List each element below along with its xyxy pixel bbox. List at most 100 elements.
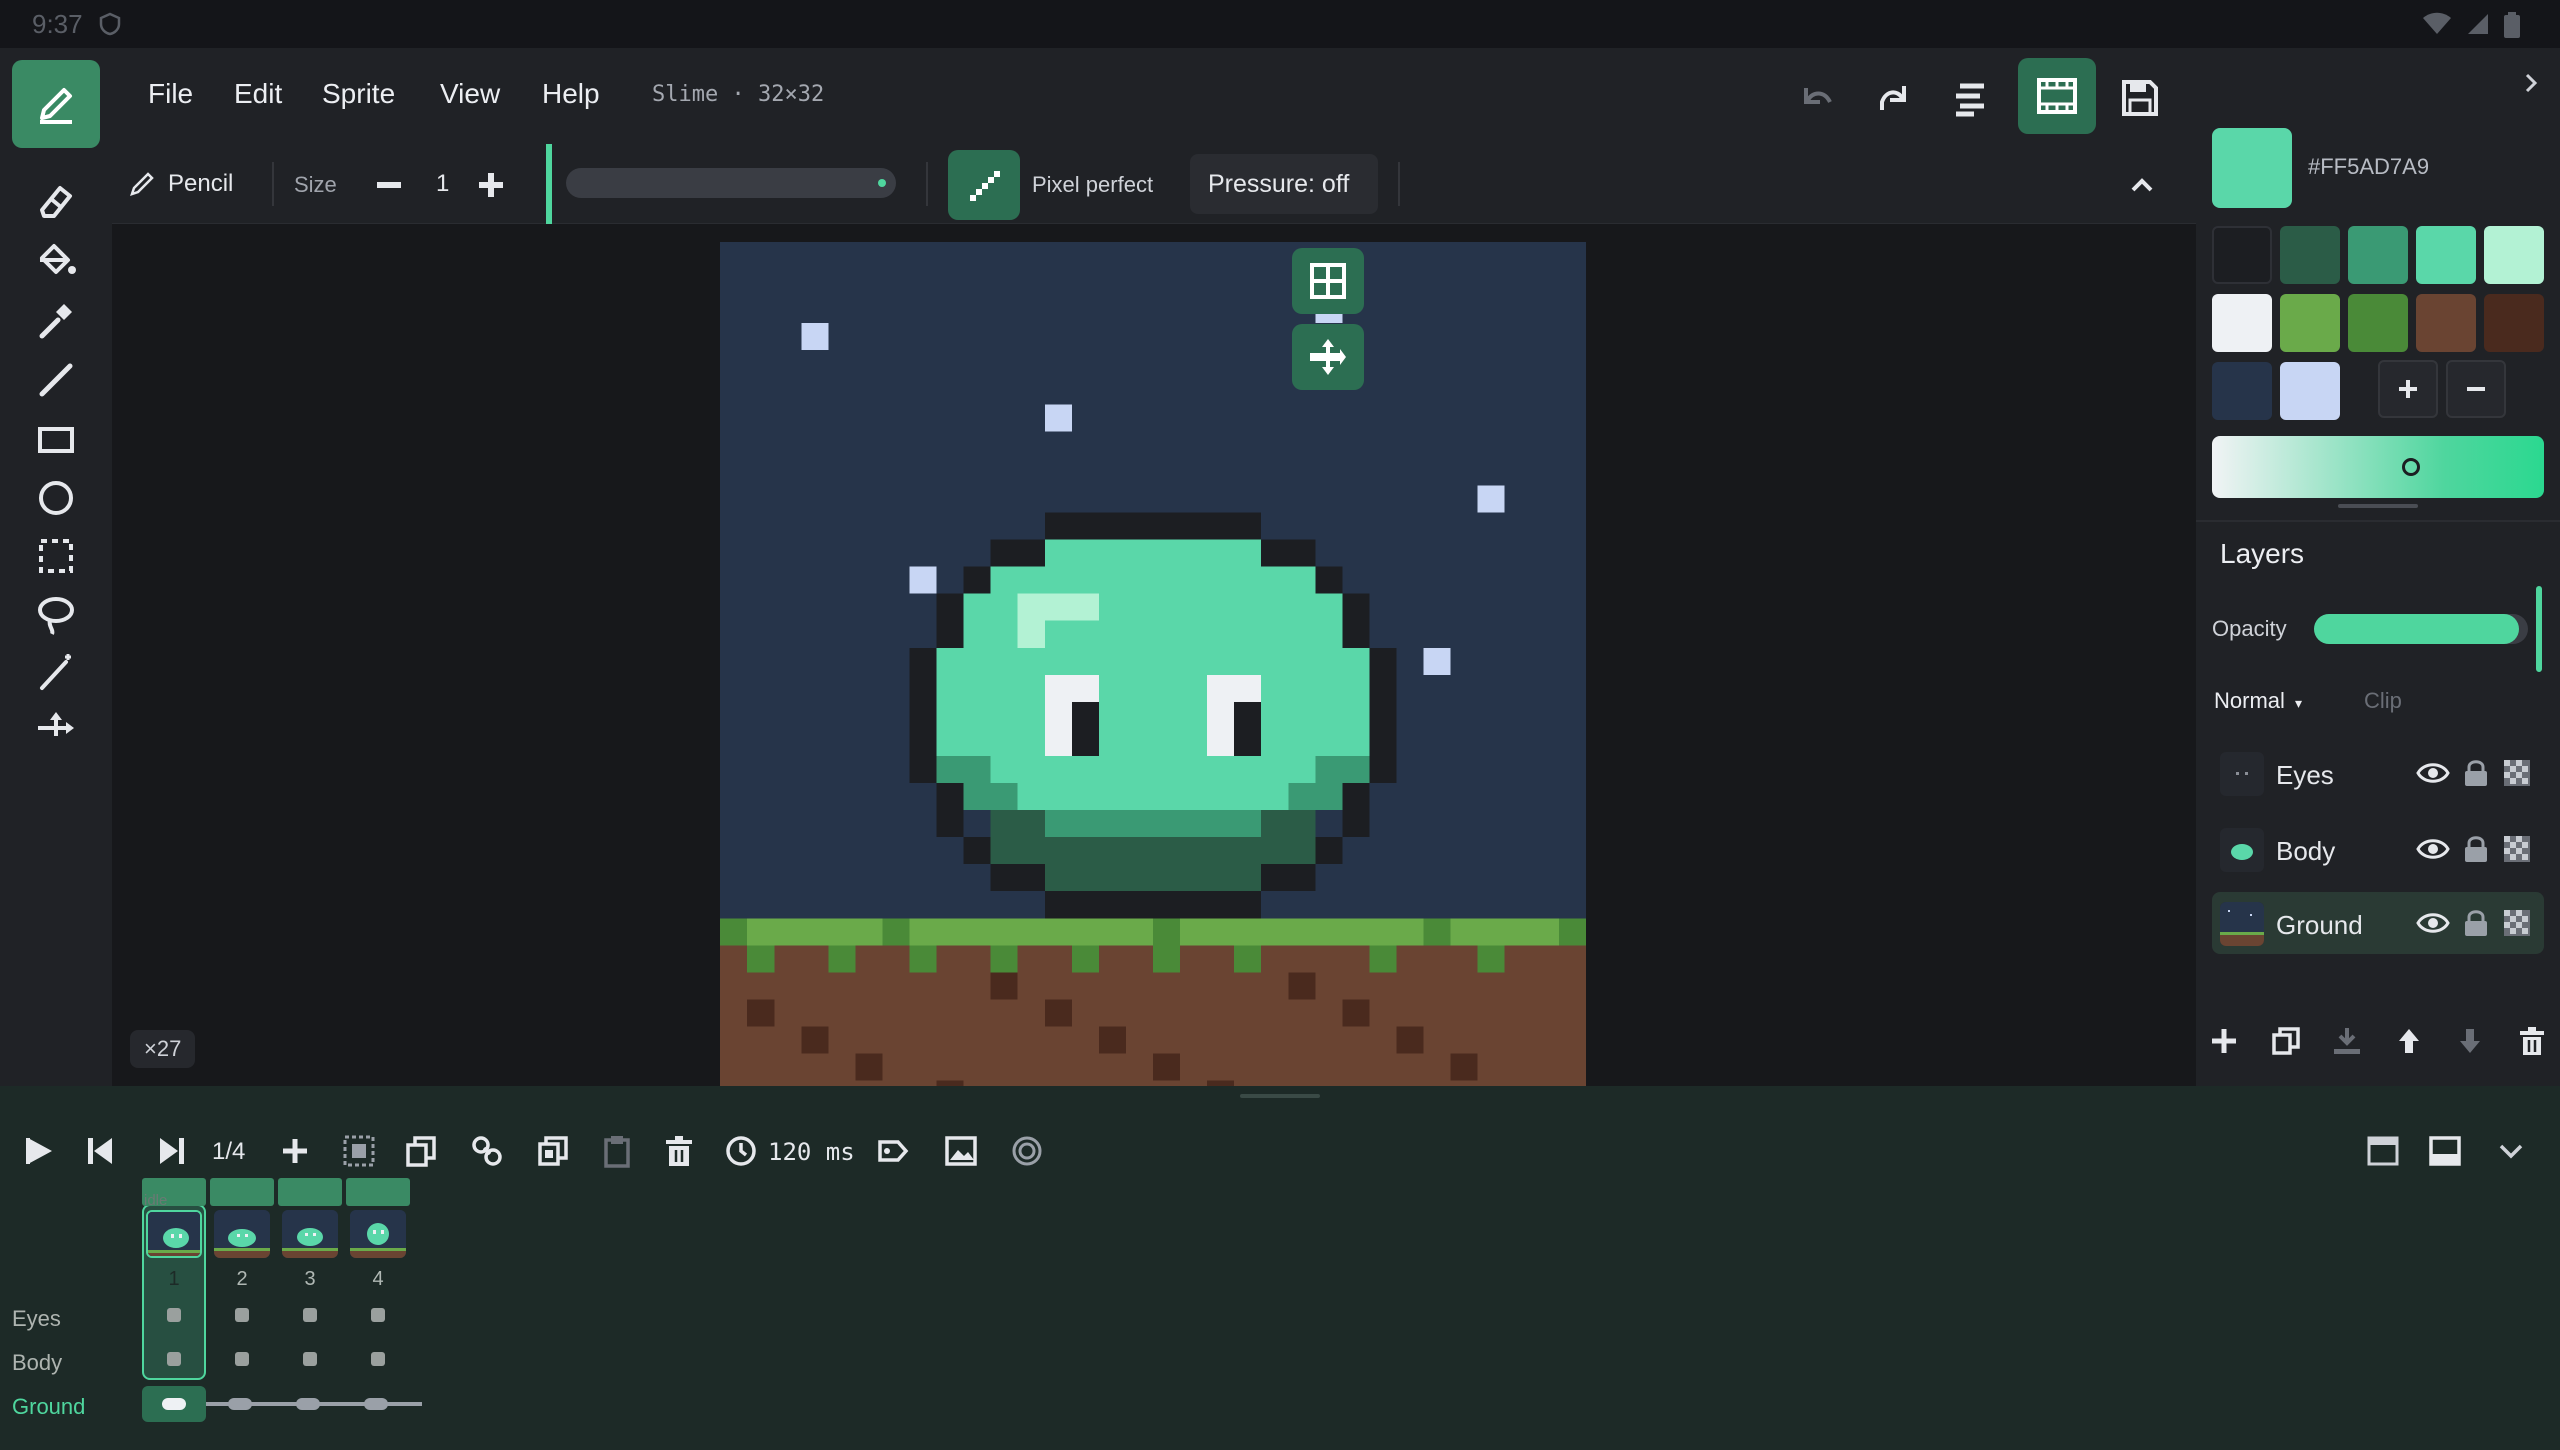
duplicate-layer-button[interactable] xyxy=(2270,1025,2302,1057)
opacity-slider[interactable] xyxy=(566,168,896,198)
palette-swatch[interactable] xyxy=(2484,294,2544,352)
next-frame-button[interactable] xyxy=(148,1128,194,1174)
alpha-lock-icon[interactable] xyxy=(2502,834,2532,864)
linked-cel-selected[interactable] xyxy=(142,1386,206,1422)
move-tool[interactable] xyxy=(12,684,100,772)
delete-layer-button[interactable] xyxy=(2516,1025,2548,1057)
menu-file[interactable]: File xyxy=(148,78,193,110)
cel[interactable] xyxy=(235,1308,249,1322)
panel-resize-handle[interactable] xyxy=(2338,504,2418,508)
pencil-tool[interactable] xyxy=(12,60,100,148)
add-color-button[interactable] xyxy=(2378,360,2438,418)
onion-settings-button[interactable] xyxy=(1004,1128,1050,1174)
palette-swatch[interactable] xyxy=(2416,226,2476,284)
layer-row-eyes[interactable]: Eyes xyxy=(2212,742,2544,804)
pan-tool-button[interactable] xyxy=(1292,324,1364,390)
linked-cel[interactable] xyxy=(296,1398,320,1410)
frame-number[interactable]: 3 xyxy=(278,1268,342,1291)
move-layer-up-button[interactable] xyxy=(2393,1025,2425,1057)
grid-toggle-button[interactable] xyxy=(1292,248,1364,314)
cel[interactable] xyxy=(167,1308,181,1322)
linked-cel[interactable] xyxy=(228,1398,252,1410)
move-layer-down-button[interactable] xyxy=(2454,1025,2486,1057)
eye-icon[interactable] xyxy=(2416,834,2450,864)
frame-tag-bar[interactable] xyxy=(346,1178,410,1206)
timeline-toggle-button[interactable] xyxy=(2018,58,2096,134)
layers-panel-button[interactable] xyxy=(1942,72,1998,124)
copy-cel-button[interactable] xyxy=(530,1128,576,1174)
palette-swatch[interactable] xyxy=(2484,226,2544,284)
sprite-canvas[interactable] xyxy=(720,242,1586,1086)
timeline-layer-label[interactable]: Ground xyxy=(12,1394,85,1420)
frame-thumbnail[interactable] xyxy=(282,1210,338,1258)
merge-down-button[interactable] xyxy=(2331,1025,2363,1057)
onion-skin-button[interactable] xyxy=(938,1128,984,1174)
frame-number[interactable]: 2 xyxy=(210,1268,274,1291)
size-increase-button[interactable] xyxy=(474,168,508,202)
play-button[interactable] xyxy=(16,1128,62,1174)
linked-cel[interactable] xyxy=(364,1398,388,1410)
current-color-swatch[interactable] xyxy=(2212,128,2292,208)
layer-row-body[interactable]: Body xyxy=(2212,818,2544,880)
menu-help[interactable]: Help xyxy=(542,78,600,110)
palette-swatch[interactable] xyxy=(2280,362,2340,420)
palette-swatch[interactable] xyxy=(2212,362,2272,420)
paste-cel-button[interactable] xyxy=(594,1128,640,1174)
duplicate-frame-button[interactable] xyxy=(398,1128,444,1174)
remove-color-button[interactable] xyxy=(2446,360,2506,418)
palette-swatch[interactable] xyxy=(2212,226,2272,284)
save-button[interactable] xyxy=(2112,72,2168,124)
pixel-perfect-toggle[interactable] xyxy=(948,150,1020,220)
cel[interactable] xyxy=(371,1308,385,1322)
size-decrease-button[interactable] xyxy=(372,168,406,202)
cel[interactable] xyxy=(235,1352,249,1366)
layer-row-ground[interactable]: Ground xyxy=(2212,892,2544,954)
timeline-layer-label[interactable]: Body xyxy=(12,1350,62,1376)
previous-frame-button[interactable] xyxy=(78,1128,124,1174)
tag-button[interactable] xyxy=(870,1128,916,1174)
palette-swatch[interactable] xyxy=(2348,226,2408,284)
collapse-timeline-button[interactable] xyxy=(2488,1128,2534,1174)
frame-duration-button[interactable] xyxy=(718,1128,764,1174)
delete-frame-button[interactable] xyxy=(656,1128,702,1174)
collapse-options-button[interactable] xyxy=(2122,166,2162,206)
picker-handle[interactable] xyxy=(2402,458,2420,476)
frame-tag-bar[interactable] xyxy=(210,1178,274,1206)
frame-number[interactable]: 4 xyxy=(346,1268,410,1291)
frame-thumbnail[interactable] xyxy=(350,1210,406,1258)
frame-thumbnail[interactable] xyxy=(214,1210,270,1258)
collapse-panel-button[interactable] xyxy=(2514,66,2548,100)
palette-swatch[interactable] xyxy=(2348,294,2408,352)
canvas-area[interactable]: ×27 xyxy=(112,224,2196,1086)
clip-toggle[interactable]: Clip xyxy=(2364,688,2402,714)
palette-swatch[interactable] xyxy=(2212,294,2272,352)
cel[interactable] xyxy=(303,1352,317,1366)
layer-opacity-slider[interactable] xyxy=(2314,614,2528,644)
alpha-lock-icon[interactable] xyxy=(2502,908,2532,938)
timeline-resize-handle[interactable] xyxy=(1240,1094,1320,1098)
blend-mode-select[interactable]: Normal ▾ xyxy=(2214,688,2302,714)
redo-button[interactable] xyxy=(1866,72,1922,124)
menu-view[interactable]: View xyxy=(440,78,500,110)
eye-icon[interactable] xyxy=(2416,908,2450,938)
frame-selection-button[interactable] xyxy=(336,1128,382,1174)
slider-thumb[interactable] xyxy=(878,179,886,187)
pressure-toggle[interactable]: Pressure: off xyxy=(1190,154,1378,214)
lock-icon[interactable] xyxy=(2462,908,2490,938)
alpha-lock-icon[interactable] xyxy=(2502,758,2532,788)
frame-tag-bar[interactable] xyxy=(278,1178,342,1206)
frame-thumbnail[interactable] xyxy=(146,1210,202,1258)
link-cels-button[interactable] xyxy=(464,1128,510,1174)
color-gradient-picker[interactable] xyxy=(2212,436,2544,498)
cel[interactable] xyxy=(371,1352,385,1366)
lock-icon[interactable] xyxy=(2462,758,2490,788)
timeline-dock-button[interactable] xyxy=(2422,1128,2468,1174)
menu-sprite[interactable]: Sprite xyxy=(322,78,395,110)
cel[interactable] xyxy=(167,1352,181,1366)
add-frame-button[interactable] xyxy=(272,1128,318,1174)
cel[interactable] xyxy=(303,1308,317,1322)
eye-icon[interactable] xyxy=(2416,758,2450,788)
lock-icon[interactable] xyxy=(2462,834,2490,864)
palette-swatch[interactable] xyxy=(2280,226,2340,284)
timeline-layout-button[interactable] xyxy=(2360,1128,2406,1174)
